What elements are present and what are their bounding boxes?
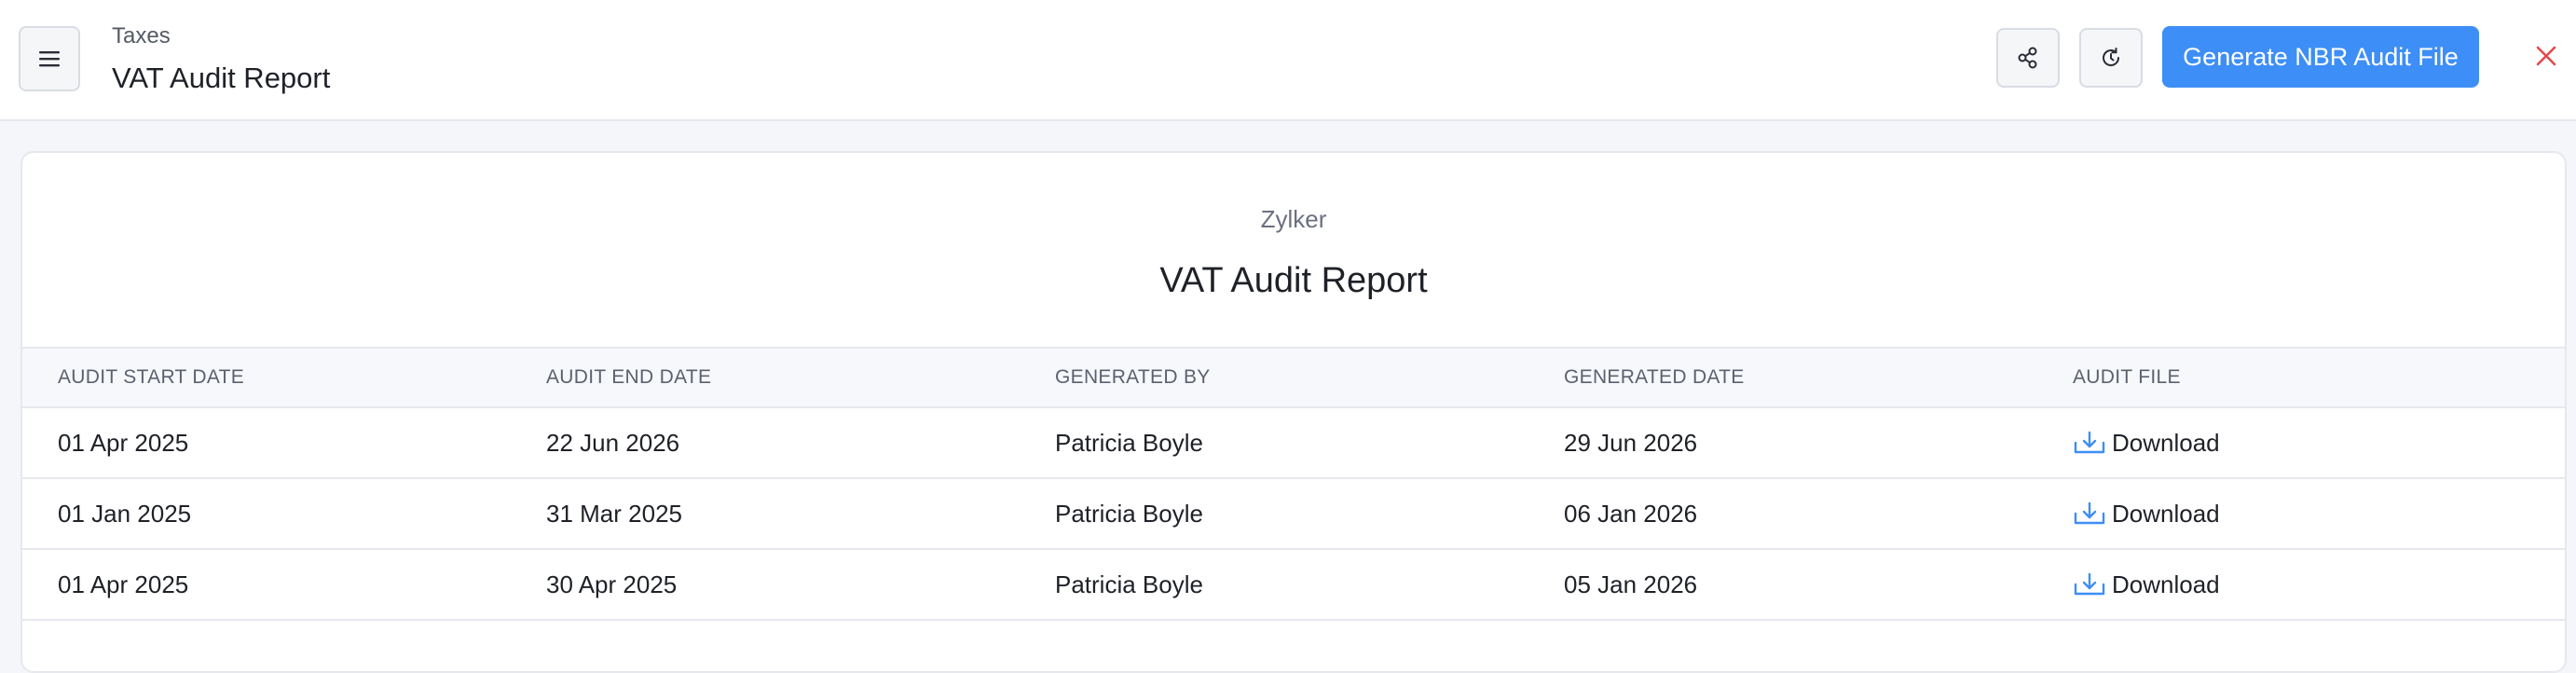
download-link[interactable]: Download [2073,550,2220,619]
column-header-audit-start-date: AUDIT START DATE [58,366,245,388]
close-button[interactable] [2531,41,2561,71]
hamburger-menu-icon [39,51,60,67]
audit-end-date: 22 Jun 2026 [546,429,680,457]
download-label: Download [2112,570,2220,598]
top-bar: Taxes VAT Audit Report Generate NBR Audi… [0,0,2576,121]
audit-end-date: 30 Apr 2025 [546,570,678,598]
download-icon [2074,431,2105,454]
audit-start-date: 01 Apr 2025 [58,429,189,457]
audit-start-date: 01 Apr 2025 [58,570,189,598]
table-header: AUDIT START DATE AUDIT END DATE GENERATE… [22,347,2565,408]
table-row: 01 Jan 2025 31 Mar 2025 Patricia Boyle 0… [22,479,2565,550]
download-label: Download [2112,500,2220,528]
report-card: Zylker VAT Audit Report AUDIT START DATE… [21,151,2567,673]
download-label: Download [2112,429,2220,457]
page-title: VAT Audit Report [112,62,331,94]
audit-end-date: 31 Mar 2025 [546,500,682,528]
report-title: VAT Audit Report [1159,261,1428,300]
table-row: 01 Apr 2025 22 Jun 2026 Patricia Boyle 2… [22,408,2565,479]
download-icon [2074,572,2105,596]
generated-by: Patricia Boyle [1055,500,1203,528]
share-icon [2018,47,2037,69]
download-link[interactable]: Download [2073,479,2220,548]
table-row: 01 Apr 2025 30 Apr 2025 Patricia Boyle 0… [22,550,2565,621]
close-icon [2536,46,2556,66]
generate-nbr-audit-file-button[interactable]: Generate NBR Audit File [2162,26,2479,88]
menu-button[interactable] [19,26,80,91]
column-header-generated-by: GENERATED BY [1055,366,1211,388]
column-header-generated-date: GENERATED DATE [1564,366,1745,388]
generated-by: Patricia Boyle [1055,429,1203,457]
download-icon [2074,501,2105,525]
breadcrumb[interactable]: Taxes [112,22,171,50]
audit-start-date: 01 Jan 2025 [58,500,192,528]
generated-date: 06 Jan 2026 [1564,500,1698,528]
generated-date: 29 Jun 2026 [1564,429,1698,457]
download-link[interactable]: Download [2073,408,2220,477]
organization-name: Zylker [1260,205,1327,233]
refresh-icon [2103,48,2120,66]
generated-by: Patricia Boyle [1055,570,1203,598]
share-button[interactable] [1996,28,2060,88]
refresh-button[interactable] [2079,28,2143,88]
column-header-audit-file: AUDIT FILE [2073,366,2181,388]
generated-date: 05 Jan 2026 [1564,570,1698,598]
audit-table: AUDIT START DATE AUDIT END DATE GENERATE… [22,347,2565,621]
column-header-audit-end-date: AUDIT END DATE [546,366,712,388]
